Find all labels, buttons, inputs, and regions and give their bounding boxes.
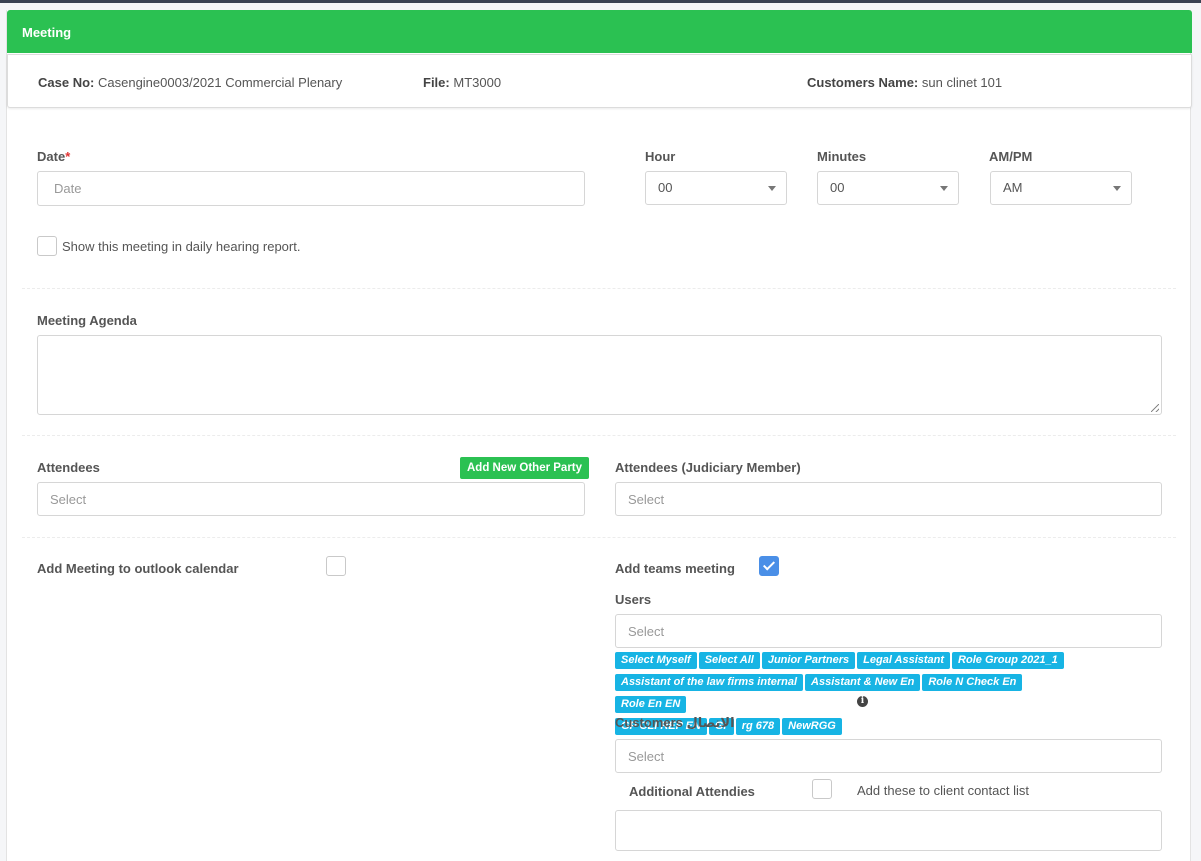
- outlook-label: Add Meeting to outlook calendar: [37, 561, 239, 576]
- judiciary-select[interactable]: Select: [615, 482, 1162, 516]
- info-icon[interactable]: i: [857, 696, 868, 707]
- teams-label: Add teams meeting: [615, 561, 735, 576]
- date-label: Date*: [37, 149, 71, 164]
- customer-name: Customers Name: sun clinet 101: [807, 75, 1003, 90]
- resize-handle-icon[interactable]: [1151, 404, 1159, 412]
- meeting-panel: Meeting Case No: Casengine0003/2021 Comm…: [6, 10, 1192, 861]
- top-bar: [0, 0, 1201, 3]
- tag-junior-partners[interactable]: Junior Partners: [761, 652, 856, 669]
- tag-rg-678[interactable]: rg 678: [735, 718, 781, 735]
- customers-select[interactable]: Select: [615, 739, 1162, 773]
- tag-role-n-check-en[interactable]: Role N Check En: [922, 674, 1023, 691]
- divider: [22, 288, 1176, 289]
- check-icon: [762, 558, 776, 571]
- tag-legal-assistant[interactable]: Legal Assistant: [857, 652, 951, 669]
- agenda-textarea[interactable]: [37, 335, 1162, 415]
- hour-label: Hour: [645, 149, 676, 164]
- minutes-label: Minutes: [817, 149, 867, 164]
- client-contact-label: Add these to client contact list: [857, 783, 1029, 798]
- daily-report-label: Show this meeting in daily hearing repor…: [62, 239, 301, 254]
- outlook-checkbox[interactable]: [326, 556, 346, 576]
- tag-select-all[interactable]: Select All: [698, 652, 760, 669]
- attendees-label: Attendees: [37, 460, 100, 475]
- tag-select-myself[interactable]: Select Myself: [615, 652, 697, 669]
- customers-label: Customers الاتصال: [615, 715, 735, 730]
- agenda-label: Meeting Agenda: [37, 313, 137, 328]
- add-other-party-button[interactable]: Add New Other Party: [460, 457, 590, 479]
- chevron-down-icon: [768, 186, 776, 191]
- date-input[interactable]: Date: [37, 171, 585, 206]
- file-no: File: MT3000: [423, 75, 502, 90]
- additional-attendees-input[interactable]: [615, 810, 1162, 851]
- tag-assistant-new-en[interactable]: Assistant & New En: [805, 674, 921, 691]
- additional-attendees-label: Additional Attendies: [629, 784, 755, 799]
- ampm-label: AM/PM: [989, 149, 1033, 164]
- divider: [22, 537, 1176, 538]
- minutes-select[interactable]: 00: [817, 171, 959, 205]
- tag-assistant-law-firms[interactable]: Assistant of the law firms internal: [615, 674, 804, 691]
- users-select[interactable]: Select: [615, 614, 1162, 648]
- judiciary-label: Attendees (Judiciary Member): [615, 460, 801, 475]
- attendees-select[interactable]: Select: [37, 482, 585, 516]
- case-no: Case No: Casengine0003/2021 Commercial P…: [38, 75, 343, 90]
- chevron-down-icon: [1113, 186, 1121, 191]
- users-label: Users: [615, 592, 652, 607]
- tag-role-group-2021-1[interactable]: Role Group 2021_1: [952, 652, 1064, 669]
- chevron-down-icon: [940, 186, 948, 191]
- panel-title: Meeting: [7, 10, 1192, 53]
- teams-checkbox[interactable]: [759, 556, 779, 576]
- client-contact-checkbox[interactable]: [812, 779, 832, 799]
- tag-newrgg[interactable]: NewRGG: [782, 718, 842, 735]
- ampm-select[interactable]: AM: [990, 171, 1132, 205]
- hour-select[interactable]: 00: [645, 171, 787, 205]
- daily-report-checkbox[interactable]: [37, 236, 57, 256]
- case-info-box: Case No: Casengine0003/2021 Commercial P…: [7, 54, 1192, 108]
- tag-role-en-en[interactable]: Role En EN: [615, 696, 687, 713]
- divider: [22, 435, 1176, 436]
